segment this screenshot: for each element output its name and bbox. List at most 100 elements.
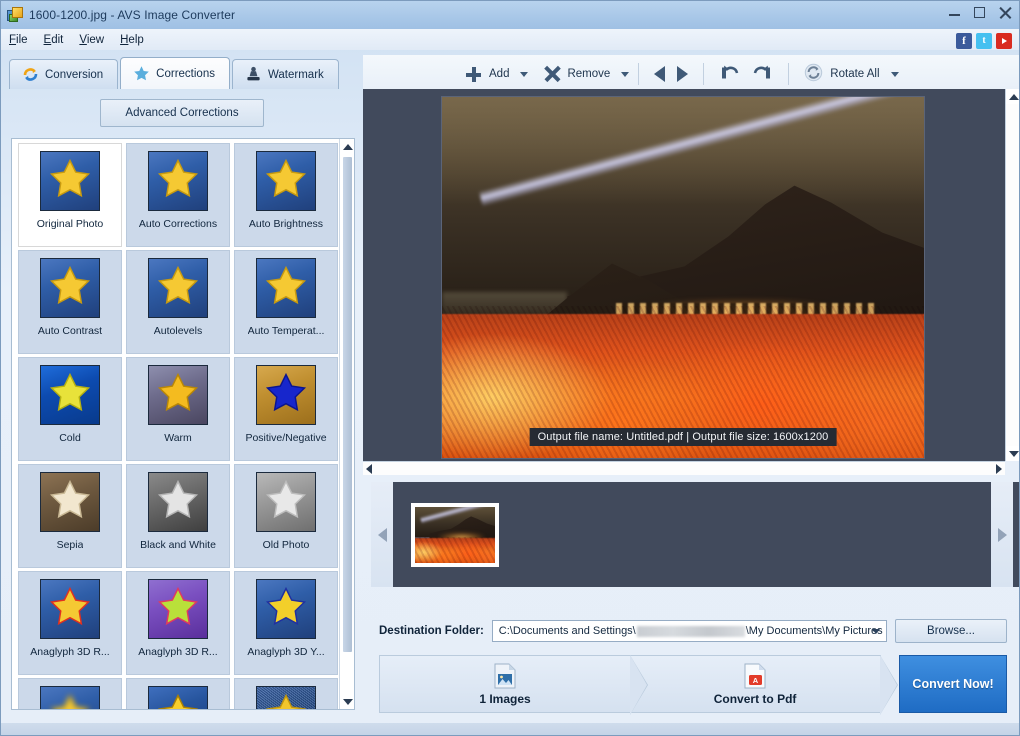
- preview-scroll-up-button[interactable]: [1006, 89, 1019, 104]
- rotate-left-button[interactable]: [713, 59, 746, 90]
- remove-dropdown-caret[interactable]: [621, 71, 630, 77]
- destination-folder-combobox[interactable]: C:\Documents and Settings\ \My Documents…: [491, 620, 887, 642]
- effects-scrollbar[interactable]: [339, 139, 354, 709]
- preview-canvas[interactable]: Output file name: Untitled.pdf | Output …: [363, 89, 1005, 461]
- chevron-down-icon[interactable]: [872, 629, 880, 634]
- effect-thumbnail: [40, 365, 100, 425]
- menu-bar: File Edit View Help: [1, 29, 1019, 50]
- filmstrip-thumbnail[interactable]: [411, 502, 499, 567]
- scroll-down-button[interactable]: [340, 694, 354, 709]
- preview-scroll-right-button[interactable]: [996, 463, 1002, 474]
- pdf-file-icon: A: [743, 663, 767, 689]
- effect-tile[interactable]: [18, 678, 122, 709]
- effect-label: Positive/Negative: [245, 432, 327, 444]
- scroll-up-button[interactable]: [340, 139, 354, 154]
- effect-tile[interactable]: Auto Corrections: [126, 143, 230, 247]
- filmstrip-next-button[interactable]: [991, 482, 1013, 587]
- preview-horizontal-scrollbar[interactable]: [363, 461, 1005, 475]
- effect-tile[interactable]: Auto Brightness: [234, 143, 338, 247]
- effect-tile[interactable]: Black and White: [126, 464, 230, 568]
- advanced-corrections-button[interactable]: Advanced Corrections: [100, 99, 264, 127]
- step-images[interactable]: 1 Images: [379, 655, 649, 715]
- social-links: f t: [956, 33, 1012, 49]
- preview-vertical-scrollbar[interactable]: [1005, 89, 1019, 461]
- add-button[interactable]: Add: [459, 62, 515, 87]
- effect-tile[interactable]: Sepia: [18, 464, 122, 568]
- close-x-icon: [544, 66, 560, 82]
- effect-thumbnail: [148, 472, 208, 532]
- rotate-left-icon: [719, 63, 740, 86]
- destination-path: C:\Documents and Settings\ \My Documents…: [499, 625, 883, 637]
- effect-tile[interactable]: [126, 678, 230, 709]
- effect-thumbnail: [148, 258, 208, 318]
- effect-tile[interactable]: [234, 678, 338, 709]
- effect-thumbnail: [256, 579, 316, 639]
- tab-conversion-label: Conversion: [45, 68, 104, 81]
- effect-label: Autolevels: [153, 325, 203, 337]
- maximize-button[interactable]: [972, 3, 988, 21]
- star-icon: [49, 372, 91, 417]
- bottom-bar: Destination Folder: C:\Documents and Set…: [363, 593, 1019, 735]
- star-icon: [49, 693, 91, 709]
- rotate-all-dropdown-caret[interactable]: [890, 71, 899, 77]
- effect-tile[interactable]: Anaglyph 3D Y...: [234, 571, 338, 675]
- next-image-button[interactable]: [671, 62, 694, 86]
- effect-label: Warm: [164, 432, 192, 444]
- main-tabs: Conversion Corrections Watermark: [9, 57, 341, 89]
- effect-thumbnail: [148, 151, 208, 211]
- star-icon: [157, 158, 199, 203]
- menu-view[interactable]: View: [79, 34, 104, 46]
- window-controls: [947, 3, 1013, 21]
- effect-label: Anaglyph 3D R...: [138, 646, 218, 658]
- effect-tile[interactable]: Auto Contrast: [18, 250, 122, 354]
- star-icon: [265, 586, 307, 631]
- star-icon: [49, 479, 91, 524]
- toolbar-separator-3: [788, 63, 790, 85]
- menu-help[interactable]: Help: [120, 34, 144, 46]
- rotate-all-button[interactable]: Rotate All: [798, 59, 885, 89]
- preview-scroll-left-button[interactable]: [366, 463, 372, 474]
- effect-tile[interactable]: Autolevels: [126, 250, 230, 354]
- conversion-steps: 1 Images A Convert to Pdf Convert Now!: [379, 655, 1007, 715]
- destination-path-prefix: C:\Documents and Settings\: [498, 625, 636, 637]
- svg-text:A: A: [753, 676, 759, 685]
- preview-scroll-down-button[interactable]: [1006, 446, 1019, 461]
- close-button[interactable]: [997, 3, 1013, 21]
- effect-tile[interactable]: Anaglyph 3D R...: [126, 571, 230, 675]
- youtube-icon[interactable]: [996, 33, 1012, 49]
- effect-tile[interactable]: Warm: [126, 357, 230, 461]
- app-icon: [7, 7, 23, 23]
- effect-thumbnail: [256, 686, 316, 709]
- effect-tile[interactable]: Old Photo: [234, 464, 338, 568]
- facebook-icon[interactable]: f: [956, 33, 972, 49]
- tab-corrections[interactable]: Corrections: [120, 57, 230, 89]
- remove-button[interactable]: Remove: [538, 62, 616, 86]
- filmstrip-prev-button[interactable]: [371, 482, 393, 587]
- effect-tile[interactable]: Auto Temperat...: [234, 250, 338, 354]
- effect-tile[interactable]: Cold: [18, 357, 122, 461]
- browse-button[interactable]: Browse...: [895, 619, 1007, 643]
- effect-label: Auto Corrections: [138, 218, 218, 230]
- convert-now-button[interactable]: Convert Now!: [899, 655, 1007, 713]
- add-dropdown-caret[interactable]: [520, 71, 529, 77]
- step-output-format[interactable]: A Convert to Pdf: [630, 655, 899, 715]
- star-icon: [157, 586, 199, 631]
- step-images-label: 1 Images: [479, 691, 531, 706]
- stamp-icon: [245, 66, 262, 83]
- rotate-right-button[interactable]: [746, 59, 779, 90]
- menu-file[interactable]: File: [9, 34, 28, 46]
- effect-tile[interactable]: Anaglyph 3D R...: [18, 571, 122, 675]
- effect-label: Black and White: [140, 539, 216, 551]
- minimize-button[interactable]: [947, 3, 963, 21]
- effect-label: Auto Temperat...: [247, 325, 325, 337]
- prev-image-button[interactable]: [648, 62, 671, 86]
- tab-conversion[interactable]: Conversion: [9, 59, 119, 89]
- star-icon: [265, 479, 307, 524]
- menu-edit[interactable]: Edit: [44, 34, 64, 46]
- effect-tile[interactable]: Original Photo: [18, 143, 122, 247]
- tab-watermark[interactable]: Watermark: [231, 59, 339, 89]
- twitter-icon[interactable]: t: [976, 33, 992, 49]
- effect-label: Anaglyph 3D R...: [30, 646, 110, 658]
- effect-tile[interactable]: Positive/Negative: [234, 357, 338, 461]
- scrollbar-thumb[interactable]: [343, 157, 352, 652]
